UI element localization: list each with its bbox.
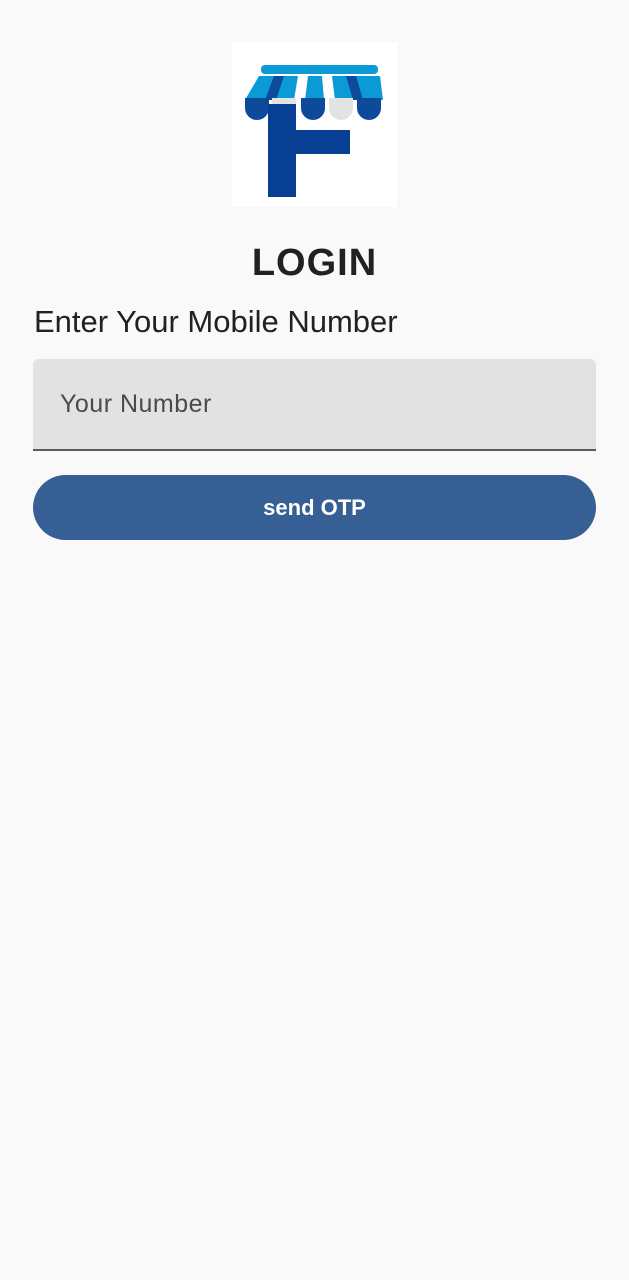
- storefront-logo-icon: [245, 65, 383, 197]
- send-otp-button[interactable]: send OTP: [33, 475, 596, 540]
- mobile-number-prompt: Enter Your Mobile Number: [34, 304, 398, 339]
- mobile-number-field[interactable]: [33, 359, 596, 451]
- page-title: LOGIN: [251, 242, 378, 284]
- app-logo: [232, 42, 397, 207]
- mobile-number-input[interactable]: [33, 359, 596, 449]
